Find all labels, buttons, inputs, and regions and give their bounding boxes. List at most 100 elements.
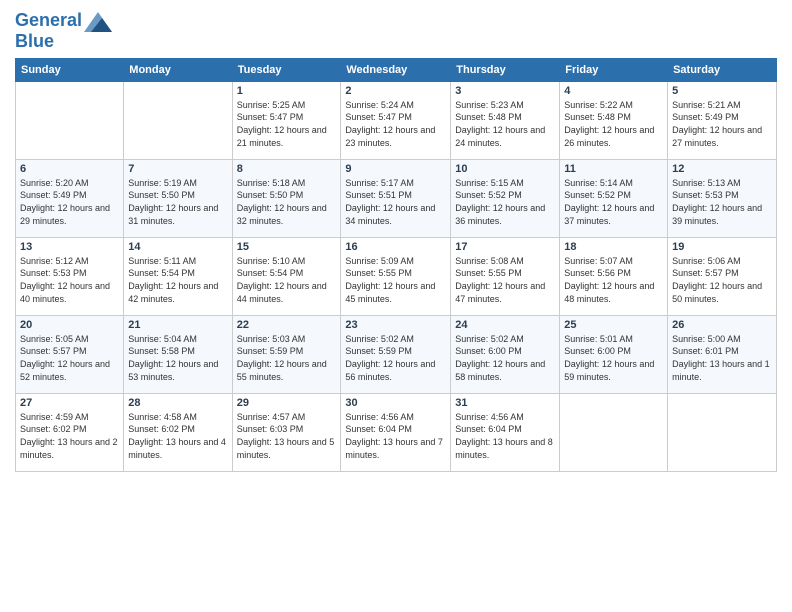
day-info: Sunrise: 4:56 AM Sunset: 6:04 PM Dayligh…: [455, 411, 555, 461]
day-info: Sunrise: 5:12 AM Sunset: 5:53 PM Dayligh…: [20, 255, 119, 305]
calendar-cell: 5 Sunrise: 5:21 AM Sunset: 5:49 PM Daylig…: [668, 81, 777, 159]
day-info: Sunrise: 5:19 AM Sunset: 5:50 PM Dayligh…: [128, 177, 227, 227]
day-info: Sunrise: 4:58 AM Sunset: 6:02 PM Dayligh…: [128, 411, 227, 461]
calendar-table: SundayMondayTuesdayWednesdayThursdayFrid…: [15, 58, 777, 472]
day-info: Sunrise: 5:02 AM Sunset: 5:59 PM Dayligh…: [345, 333, 446, 383]
calendar-cell: 8Sunrise: 5:18 AM Sunset: 5:50 PM Daylig…: [232, 159, 341, 237]
day-number: 13: [20, 241, 119, 253]
weekday-header-wednesday: Wednesday: [341, 58, 451, 81]
day-number: 26: [672, 319, 772, 331]
weekday-header-sunday: Sunday: [16, 58, 124, 81]
calendar-week-4: 20Sunrise: 5:05 AM Sunset: 5:57 PM Dayli…: [16, 315, 777, 393]
calendar-cell: 4 Sunrise: 5:22 AM Sunset: 5:48 PM Daylig…: [560, 81, 668, 159]
calendar-cell: 6 Sunrise: 5:20 AM Sunset: 5:49 PM Daylig…: [16, 159, 124, 237]
page-container: General Blue SundayMondayTuesdayWednesda…: [0, 0, 792, 477]
day-number: 21: [128, 319, 227, 331]
day-info: Sunrise: 5:06 AM Sunset: 5:57 PM Dayligh…: [672, 255, 772, 305]
day-info: Sunrise: 5:11 AM Sunset: 5:54 PM Dayligh…: [128, 255, 227, 305]
calendar-cell: 2 Sunrise: 5:24 AM Sunset: 5:47 PM Daylig…: [341, 81, 451, 159]
weekday-header-thursday: Thursday: [451, 58, 560, 81]
day-info: Sunrise: 5:23 AM Sunset: 5:48 PM Dayligh…: [455, 99, 555, 149]
calendar-cell: 26 Sunrise: 5:00 AM Sunset: 6:01 PM Dayli…: [668, 315, 777, 393]
weekday-header-saturday: Saturday: [668, 58, 777, 81]
day-number: 5: [672, 85, 772, 97]
logo-icon: [84, 10, 112, 32]
calendar-cell: 28 Sunrise: 4:58 AM Sunset: 6:02 PM Dayli…: [124, 393, 232, 471]
calendar-cell: 15 Sunrise: 5:10 AM Sunset: 5:54 PM Dayli…: [232, 237, 341, 315]
day-number: 7: [128, 163, 227, 175]
day-number: 9: [345, 163, 446, 175]
day-info: Sunrise: 5:20 AM Sunset: 5:49 PM Dayligh…: [20, 177, 119, 227]
day-number: 11: [564, 163, 663, 175]
calendar-cell: 16Sunrise: 5:09 AM Sunset: 5:55 PM Dayli…: [341, 237, 451, 315]
day-info: Sunrise: 5:22 AM Sunset: 5:48 PM Dayligh…: [564, 99, 663, 149]
day-info: Sunrise: 5:13 AM Sunset: 5:53 PM Dayligh…: [672, 177, 772, 227]
day-info: Sunrise: 5:15 AM Sunset: 5:52 PM Dayligh…: [455, 177, 555, 227]
day-number: 6: [20, 163, 119, 175]
calendar-week-5: 27Sunrise: 4:59 AM Sunset: 6:02 PM Dayli…: [16, 393, 777, 471]
calendar-cell: [16, 81, 124, 159]
calendar-cell: 11 Sunrise: 5:14 AM Sunset: 5:52 PM Dayli…: [560, 159, 668, 237]
day-number: 2: [345, 85, 446, 97]
weekday-header-monday: Monday: [124, 58, 232, 81]
calendar-week-2: 6 Sunrise: 5:20 AM Sunset: 5:49 PM Daylig…: [16, 159, 777, 237]
calendar-cell: 30 Sunrise: 4:56 AM Sunset: 6:04 PM Dayli…: [341, 393, 451, 471]
header: General Blue: [15, 10, 777, 52]
day-info: Sunrise: 5:00 AM Sunset: 6:01 PM Dayligh…: [672, 333, 772, 383]
calendar-cell: 14Sunrise: 5:11 AM Sunset: 5:54 PM Dayli…: [124, 237, 232, 315]
day-number: 15: [237, 241, 337, 253]
calendar-cell: 18 Sunrise: 5:07 AM Sunset: 5:56 PM Dayli…: [560, 237, 668, 315]
day-number: 17: [455, 241, 555, 253]
day-number: 4: [564, 85, 663, 97]
day-number: 28: [128, 397, 227, 409]
calendar-cell: [560, 393, 668, 471]
calendar-cell: 7 Sunrise: 5:19 AM Sunset: 5:50 PM Daylig…: [124, 159, 232, 237]
day-info: Sunrise: 5:03 AM Sunset: 5:59 PM Dayligh…: [237, 333, 337, 383]
day-info: Sunrise: 5:21 AM Sunset: 5:49 PM Dayligh…: [672, 99, 772, 149]
calendar-cell: 24 Sunrise: 5:02 AM Sunset: 6:00 PM Dayli…: [451, 315, 560, 393]
day-number: 24: [455, 319, 555, 331]
weekday-header-row: SundayMondayTuesdayWednesdayThursdayFrid…: [16, 58, 777, 81]
day-number: 27: [20, 397, 119, 409]
weekday-header-tuesday: Tuesday: [232, 58, 341, 81]
calendar-cell: 9 Sunrise: 5:17 AM Sunset: 5:51 PM Daylig…: [341, 159, 451, 237]
day-number: 1: [237, 85, 337, 97]
calendar-cell: 25 Sunrise: 5:01 AM Sunset: 6:00 PM Dayli…: [560, 315, 668, 393]
day-number: 22: [237, 319, 337, 331]
calendar-week-3: 13 Sunrise: 5:12 AM Sunset: 5:53 PM Dayli…: [16, 237, 777, 315]
calendar-cell: 13 Sunrise: 5:12 AM Sunset: 5:53 PM Dayli…: [16, 237, 124, 315]
day-info: Sunrise: 5:01 AM Sunset: 6:00 PM Dayligh…: [564, 333, 663, 383]
day-info: Sunrise: 5:08 AM Sunset: 5:55 PM Dayligh…: [455, 255, 555, 305]
day-number: 31: [455, 397, 555, 409]
day-number: 18: [564, 241, 663, 253]
calendar-cell: 17 Sunrise: 5:08 AM Sunset: 5:55 PM Dayli…: [451, 237, 560, 315]
calendar-cell: [668, 393, 777, 471]
day-info: Sunrise: 5:17 AM Sunset: 5:51 PM Dayligh…: [345, 177, 446, 227]
day-info: Sunrise: 4:56 AM Sunset: 6:04 PM Dayligh…: [345, 411, 446, 461]
day-number: 8: [237, 163, 337, 175]
day-number: 20: [20, 319, 119, 331]
day-info: Sunrise: 5:04 AM Sunset: 5:58 PM Dayligh…: [128, 333, 227, 383]
day-number: 3: [455, 85, 555, 97]
calendar-cell: 19 Sunrise: 5:06 AM Sunset: 5:57 PM Dayli…: [668, 237, 777, 315]
day-info: Sunrise: 5:02 AM Sunset: 6:00 PM Dayligh…: [455, 333, 555, 383]
calendar-cell: 29Sunrise: 4:57 AM Sunset: 6:03 PM Dayli…: [232, 393, 341, 471]
day-info: Sunrise: 5:14 AM Sunset: 5:52 PM Dayligh…: [564, 177, 663, 227]
day-info: Sunrise: 5:10 AM Sunset: 5:54 PM Dayligh…: [237, 255, 337, 305]
day-number: 30: [345, 397, 446, 409]
day-info: Sunrise: 5:24 AM Sunset: 5:47 PM Dayligh…: [345, 99, 446, 149]
calendar-cell: 20Sunrise: 5:05 AM Sunset: 5:57 PM Dayli…: [16, 315, 124, 393]
calendar-cell: 23Sunrise: 5:02 AM Sunset: 5:59 PM Dayli…: [341, 315, 451, 393]
day-number: 25: [564, 319, 663, 331]
day-info: Sunrise: 5:25 AM Sunset: 5:47 PM Dayligh…: [237, 99, 337, 149]
logo-text: General: [15, 11, 82, 31]
calendar-cell: 12Sunrise: 5:13 AM Sunset: 5:53 PM Dayli…: [668, 159, 777, 237]
day-number: 19: [672, 241, 772, 253]
calendar-cell: 27Sunrise: 4:59 AM Sunset: 6:02 PM Dayli…: [16, 393, 124, 471]
logo: General Blue: [15, 10, 112, 52]
day-info: Sunrise: 5:07 AM Sunset: 5:56 PM Dayligh…: [564, 255, 663, 305]
logo-blue: Blue: [15, 32, 112, 52]
calendar-cell: 31 Sunrise: 4:56 AM Sunset: 6:04 PM Dayli…: [451, 393, 560, 471]
calendar-cell: 1 Sunrise: 5:25 AM Sunset: 5:47 PM Daylig…: [232, 81, 341, 159]
day-info: Sunrise: 5:09 AM Sunset: 5:55 PM Dayligh…: [345, 255, 446, 305]
